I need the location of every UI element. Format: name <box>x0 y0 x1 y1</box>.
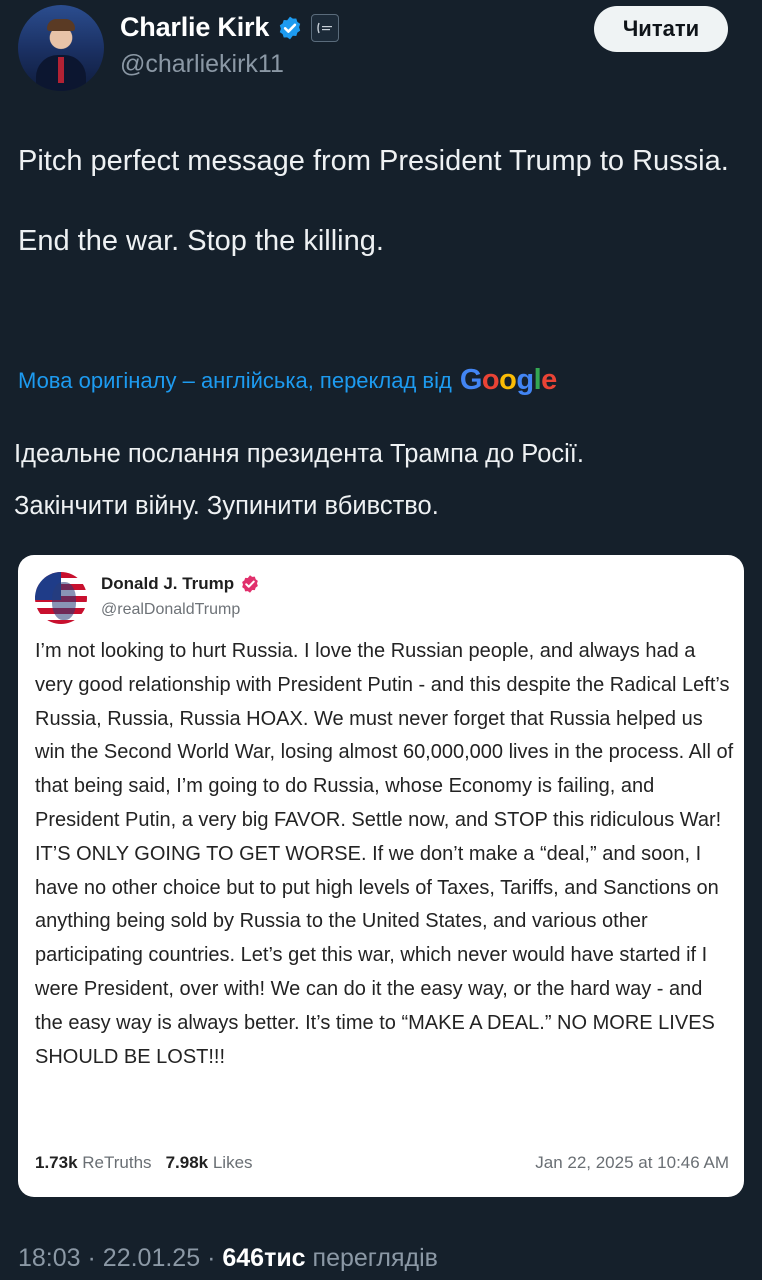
tweet-text: Pitch perfect message from President Tru… <box>18 140 738 262</box>
retruths-stat[interactable]: 1.73k ReTruths <box>35 1153 152 1173</box>
avatar-face <box>52 582 76 620</box>
affiliation-badge-icon[interactable] <box>311 13 340 42</box>
likes-count: 7.98k <box>165 1153 209 1172</box>
meta-separator: · <box>207 1244 216 1272</box>
avatar-hair <box>47 19 75 31</box>
meta-separator: · <box>87 1244 96 1272</box>
quoted-post-card[interactable]: Donald J. Trump @realDonaldTrump I’m not… <box>18 555 744 1197</box>
author-name-row: Charlie Kirk <box>120 12 340 43</box>
retruths-count: 1.73k <box>35 1153 78 1172</box>
retruths-label: ReTruths <box>82 1153 152 1172</box>
likes-stat[interactable]: 7.98k Likes <box>166 1153 253 1173</box>
tweet-date[interactable]: 22.01.25 <box>103 1244 200 1272</box>
verified-badge-icon <box>242 575 259 593</box>
translated-text: Ідеальне послання президента Трампа до Р… <box>14 428 744 532</box>
quoted-author-handle[interactable]: @realDonaldTrump <box>101 601 240 619</box>
author-handle[interactable]: @charliekirk11 <box>120 50 284 79</box>
google-logo: Google <box>459 364 557 396</box>
tweet-meta: 18:03 · 22.01.25 · 646тис переглядів <box>18 1244 438 1273</box>
views-count[interactable]: 646тис <box>222 1244 305 1272</box>
quoted-post-body: I’m not looking to hurt Russia. I love t… <box>35 640 734 1068</box>
affiliation-logo-icon <box>317 22 333 33</box>
translation-line: Ідеальне послання президента Трампа до Р… <box>14 440 584 468</box>
follow-button[interactable]: Читати <box>594 6 728 52</box>
tweet-line: Pitch perfect message from President Tru… <box>18 145 729 177</box>
tweet-time[interactable]: 18:03 <box>18 1244 81 1272</box>
quoted-author-name[interactable]: Donald J. Trump <box>101 574 234 594</box>
views-label: переглядів <box>312 1244 438 1272</box>
quoted-post-date: Jan 22, 2025 at 10:46 AM <box>535 1153 729 1172</box>
likes-label: Likes <box>212 1153 253 1172</box>
author-name[interactable]: Charlie Kirk <box>120 12 269 43</box>
translation-line: Закінчити війну. Зупинити вбивство. <box>14 492 439 520</box>
quoted-author-avatar[interactable] <box>35 572 87 624</box>
tweet-line: End the war. Stop the killing. <box>18 225 384 257</box>
author-avatar[interactable] <box>18 5 104 91</box>
quoted-post-footer: 1.73k ReTruths 7.98k Likes Jan 22, 2025 … <box>35 1153 729 1173</box>
translation-note-text: Мова оригіналу – англійська, переклад ві… <box>18 367 452 393</box>
quoted-author-row: Donald J. Trump <box>101 574 260 594</box>
avatar-tie <box>58 57 64 83</box>
verified-badge-icon <box>279 16 301 39</box>
translation-note[interactable]: Мова оригіналу – англійська, переклад ві… <box>18 364 557 397</box>
